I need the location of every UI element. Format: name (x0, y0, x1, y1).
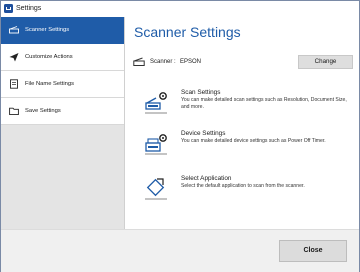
folder-icon (9, 107, 19, 116)
scan-settings-title: Scan Settings (181, 89, 221, 96)
sidebar-item-file-name-settings[interactable]: File Name Settings (1, 71, 124, 98)
scan-settings-option[interactable]: Scan Settings You can make detailed scan… (141, 88, 351, 124)
sidebar-item-scanner-settings[interactable]: Scanner Settings (1, 17, 124, 44)
scan-settings-icon (145, 92, 167, 114)
scanner-icon (133, 57, 145, 66)
app-icon (4, 4, 13, 13)
title-bar: Settings (1, 1, 359, 17)
page-title: Scanner Settings (134, 24, 241, 40)
device-settings-option[interactable]: Device Settings You can make detailed de… (141, 129, 351, 165)
sidebar: Scanner Settings Customize Actions File … (1, 17, 125, 229)
sidebar-item-label: Customize Actions (25, 54, 73, 60)
main-panel: Scanner Settings Scanner : EPSON Change … (125, 17, 359, 229)
select-application-option[interactable]: Select Application Select the default ap… (141, 174, 351, 210)
window-title: Settings (16, 5, 42, 12)
select-application-icon (145, 178, 167, 200)
send-icon (9, 53, 19, 62)
sidebar-item-save-settings[interactable]: Save Settings (1, 98, 124, 125)
settings-window: Settings Scanner Settings Customize Acti… (0, 0, 360, 272)
sidebar-item-label: Save Settings (25, 108, 61, 114)
footer-bar: Close (1, 229, 359, 272)
file-icon (10, 79, 18, 89)
close-button[interactable]: Close (279, 240, 347, 262)
change-scanner-button[interactable]: Change (298, 55, 353, 69)
sidebar-item-label: Scanner Settings (25, 27, 70, 33)
sidebar-item-customize-actions[interactable]: Customize Actions (1, 44, 124, 71)
device-settings-icon (145, 134, 167, 155)
select-application-title: Select Application (181, 175, 232, 182)
scan-settings-description: You can make detailed scan settings such… (181, 97, 347, 110)
device-settings-description: You can make detailed device settings su… (181, 138, 326, 144)
scanner-label: Scanner : (150, 59, 176, 65)
device-settings-title: Device Settings (181, 130, 226, 137)
scanner-icon (9, 26, 19, 34)
select-application-description: Select the default application to scan f… (181, 183, 305, 189)
scanner-value: EPSON (180, 59, 202, 65)
sidebar-item-label: File Name Settings (25, 81, 74, 87)
